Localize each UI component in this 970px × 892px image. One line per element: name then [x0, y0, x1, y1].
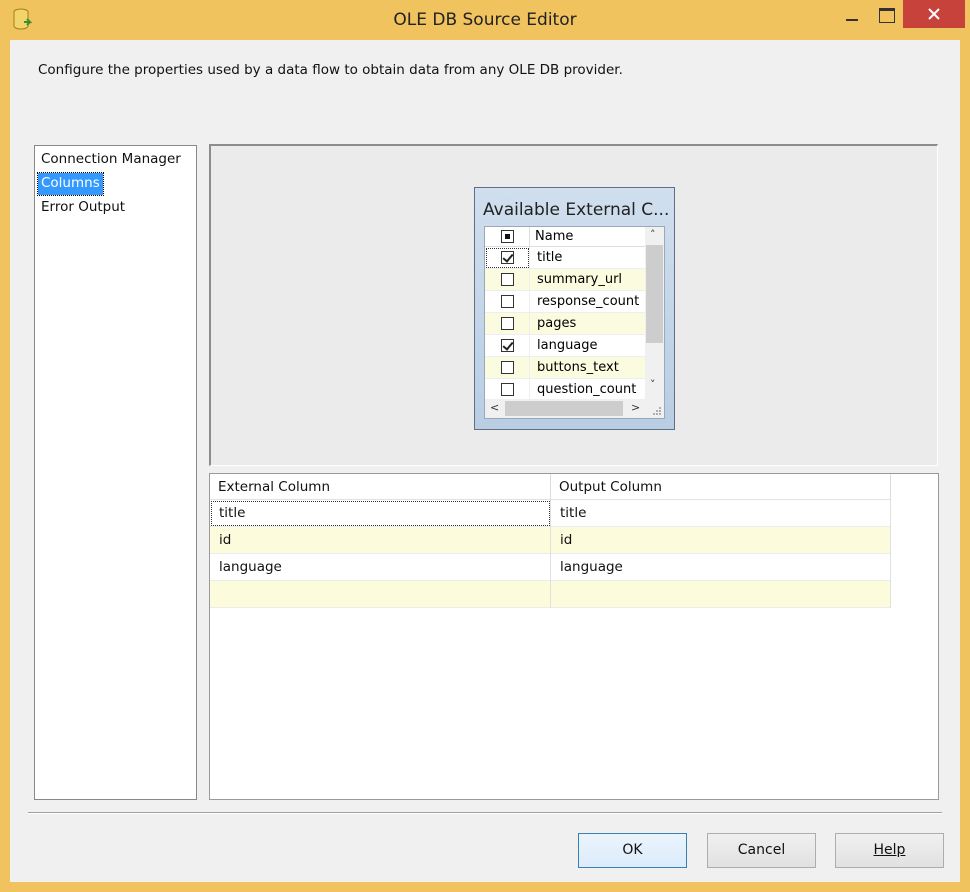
available-external-columns-box[interactable]: Available External C... Name title summa… — [474, 187, 675, 430]
help-button-label: Help — [873, 842, 906, 858]
help-button[interactable]: Help — [835, 833, 944, 868]
column-designer-panel: Available External C... Name title summa… — [209, 144, 938, 466]
maximize-button[interactable] — [870, 0, 904, 30]
grid-header: Name — [485, 227, 645, 247]
available-column-row[interactable]: title — [485, 247, 645, 269]
window-title: OLE DB Source Editor — [393, 10, 577, 30]
dialog-window: OLE DB Source Editor Configure the prope… — [0, 0, 970, 892]
vertical-scroll-thumb[interactable] — [646, 245, 663, 343]
column-checkbox[interactable] — [501, 273, 514, 286]
mapping-row-new[interactable] — [210, 581, 891, 608]
output-column-cell[interactable]: id — [551, 527, 891, 554]
external-column-cell[interactable] — [210, 581, 551, 608]
available-column-row[interactable]: response_count — [485, 291, 645, 313]
available-column-row[interactable]: summary_url — [485, 269, 645, 291]
row-check-cell[interactable] — [485, 335, 530, 357]
column-name: language — [537, 338, 598, 353]
scroll-left-icon[interactable]: < — [490, 401, 499, 414]
column-checkbox[interactable] — [501, 251, 514, 264]
output-column-cell[interactable] — [551, 581, 891, 608]
external-column-header[interactable]: External Column — [210, 474, 551, 500]
row-check-cell[interactable] — [485, 379, 530, 401]
column-name: summary_url — [537, 272, 623, 287]
mapping-row[interactable]: id id — [210, 527, 891, 554]
column-checkbox[interactable] — [501, 339, 514, 352]
available-column-row[interactable]: buttons_text — [485, 357, 645, 379]
available-columns-grid[interactable]: Name title summary_url response_count pa… — [484, 226, 665, 419]
column-name: question_count — [537, 382, 637, 397]
resize-grip-icon[interactable] — [645, 399, 664, 418]
ok-button[interactable]: OK — [578, 833, 687, 868]
column-name: title — [537, 250, 563, 265]
select-all-cell[interactable] — [485, 227, 530, 247]
button-separator — [28, 812, 942, 814]
output-column-cell[interactable]: language — [551, 554, 891, 581]
row-check-cell[interactable] — [485, 357, 530, 379]
output-column-header[interactable]: Output Column — [551, 474, 891, 500]
scroll-up-icon[interactable]: ˄ — [650, 228, 656, 241]
column-mapping-grid[interactable]: External Column Output Column title titl… — [209, 473, 939, 800]
nav-item-error-output[interactable]: Error Output — [38, 197, 128, 219]
column-checkbox[interactable] — [501, 361, 514, 374]
column-checkbox[interactable] — [501, 317, 514, 330]
close-button[interactable] — [903, 0, 965, 28]
select-all-checkbox[interactable] — [501, 230, 514, 243]
dialog-client-area: Configure the properties used by a data … — [10, 40, 960, 882]
name-column-header: Name — [535, 229, 574, 244]
available-columns-title: Available External C... — [483, 200, 670, 220]
external-column-cell[interactable]: title — [210, 500, 551, 527]
horizontal-scrollbar[interactable]: < > — [485, 399, 645, 418]
row-check-cell[interactable] — [485, 247, 530, 269]
cancel-button[interactable]: Cancel — [707, 833, 816, 868]
dialog-description: Configure the properties used by a data … — [38, 62, 623, 78]
scroll-right-icon[interactable]: > — [631, 401, 640, 414]
vertical-scrollbar[interactable]: ˄ ˅ — [645, 227, 664, 399]
column-checkbox[interactable] — [501, 383, 514, 396]
page-navigation-list[interactable]: Connection Manager Columns Error Output — [34, 145, 197, 800]
external-column-cell[interactable]: id — [210, 527, 551, 554]
scroll-down-icon[interactable]: ˅ — [650, 378, 656, 391]
column-checkbox[interactable] — [501, 295, 514, 308]
column-name: response_count — [537, 294, 640, 309]
close-icon — [928, 8, 940, 20]
available-column-row[interactable]: language — [485, 335, 645, 357]
column-name: buttons_text — [537, 360, 619, 375]
output-column-cell[interactable]: title — [551, 500, 891, 527]
mapping-row[interactable]: title title — [210, 500, 891, 527]
nav-item-columns[interactable]: Columns — [37, 172, 104, 196]
column-name: pages — [537, 316, 577, 331]
horizontal-scroll-thumb[interactable] — [505, 401, 623, 416]
title-bar[interactable]: OLE DB Source Editor — [0, 0, 970, 40]
available-column-row[interactable]: question_count — [485, 379, 645, 401]
available-column-row[interactable]: pages — [485, 313, 645, 335]
row-check-cell[interactable] — [485, 291, 530, 313]
external-column-cell[interactable]: language — [210, 554, 551, 581]
minimize-button[interactable] — [836, 0, 870, 30]
row-check-cell[interactable] — [485, 313, 530, 335]
mapping-grid-header: External Column Output Column — [210, 474, 891, 500]
mapping-row[interactable]: language language — [210, 554, 891, 581]
nav-item-connection-manager[interactable]: Connection Manager — [38, 149, 184, 171]
row-check-cell[interactable] — [485, 269, 530, 291]
